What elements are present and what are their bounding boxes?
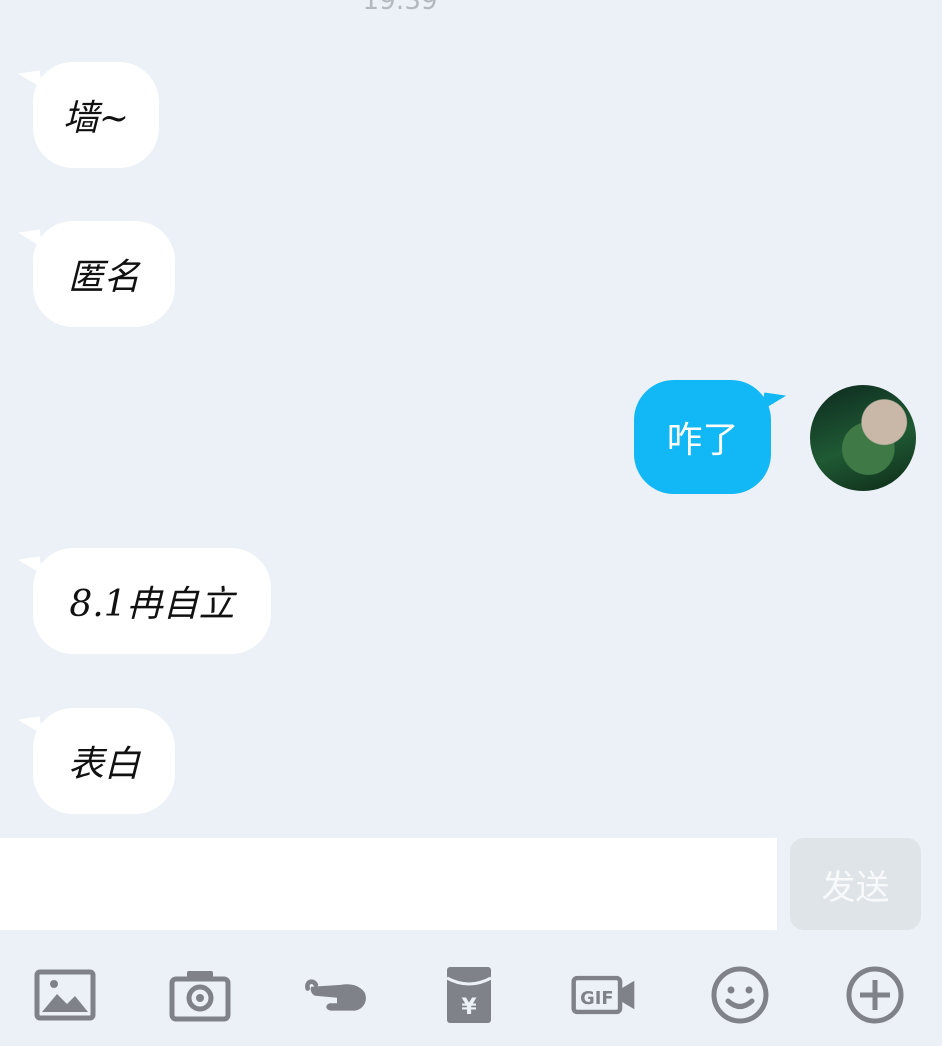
gif-label: GIF	[580, 988, 613, 1009]
message-bubble-incoming[interactable]: 墙~	[33, 62, 159, 168]
message-timestamp: 19:39	[362, 0, 438, 16]
send-button[interactable]: 发送	[790, 838, 921, 930]
avatar[interactable]	[810, 385, 916, 491]
message-text: 8.1冉自立	[69, 584, 235, 625]
emoji-icon[interactable]	[707, 962, 773, 1028]
poke-icon[interactable]	[301, 962, 373, 1028]
message-bubble-incoming[interactable]: 8.1冉自立	[33, 548, 271, 654]
message-bubble-outgoing[interactable]: 咋了	[634, 380, 771, 494]
message-text: 表白	[67, 744, 140, 785]
image-icon[interactable]	[32, 962, 98, 1028]
camera-icon[interactable]	[167, 962, 233, 1028]
plus-icon[interactable]	[842, 962, 908, 1028]
message-text: 咋了	[666, 420, 739, 461]
gif-icon[interactable]: GIF	[567, 962, 641, 1028]
red-packet-icon[interactable]: ¥	[436, 962, 502, 1028]
message-bubble-incoming[interactable]: 表白	[33, 708, 175, 814]
message-text: 墙~	[62, 98, 130, 139]
red-packet-symbol: ¥	[461, 995, 477, 1020]
message-bubble-incoming[interactable]: 匿名	[33, 221, 175, 327]
message-text: 匿名	[67, 257, 140, 298]
message-input[interactable]	[0, 838, 777, 930]
